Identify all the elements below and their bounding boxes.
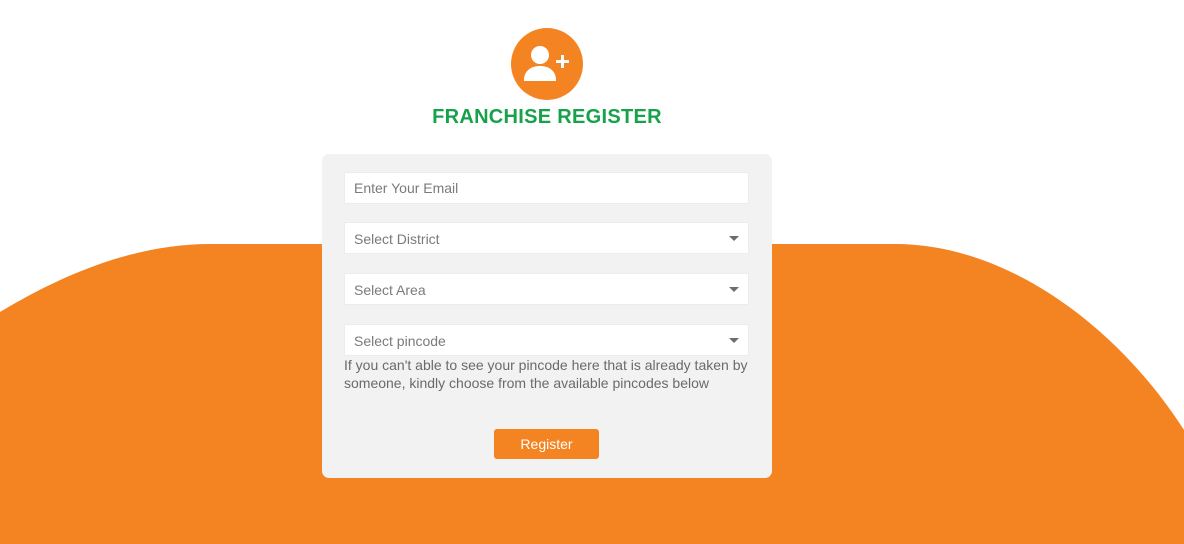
- pincode-help-text: If you can't able to see your pincode he…: [344, 357, 748, 391]
- chevron-down-icon: [729, 338, 739, 343]
- avatar: [511, 28, 583, 100]
- pincode-select-value: Select pincode: [354, 333, 446, 349]
- district-select-value: Select District: [354, 231, 440, 247]
- page-title: FRANCHISE REGISTER: [432, 106, 662, 128]
- chevron-down-icon: [729, 287, 739, 292]
- email-field[interactable]: [344, 172, 749, 204]
- register-button[interactable]: Register: [494, 429, 599, 459]
- pincode-select[interactable]: Select pincode: [344, 324, 749, 356]
- area-select-value: Select Area: [354, 282, 426, 298]
- user-plus-icon: [524, 46, 569, 81]
- register-form-card: Select District Select Area Select pinco…: [322, 154, 772, 478]
- district-select[interactable]: Select District: [344, 222, 749, 254]
- email-input[interactable]: [345, 173, 748, 203]
- chevron-down-icon: [729, 236, 739, 241]
- area-select[interactable]: Select Area: [344, 273, 749, 305]
